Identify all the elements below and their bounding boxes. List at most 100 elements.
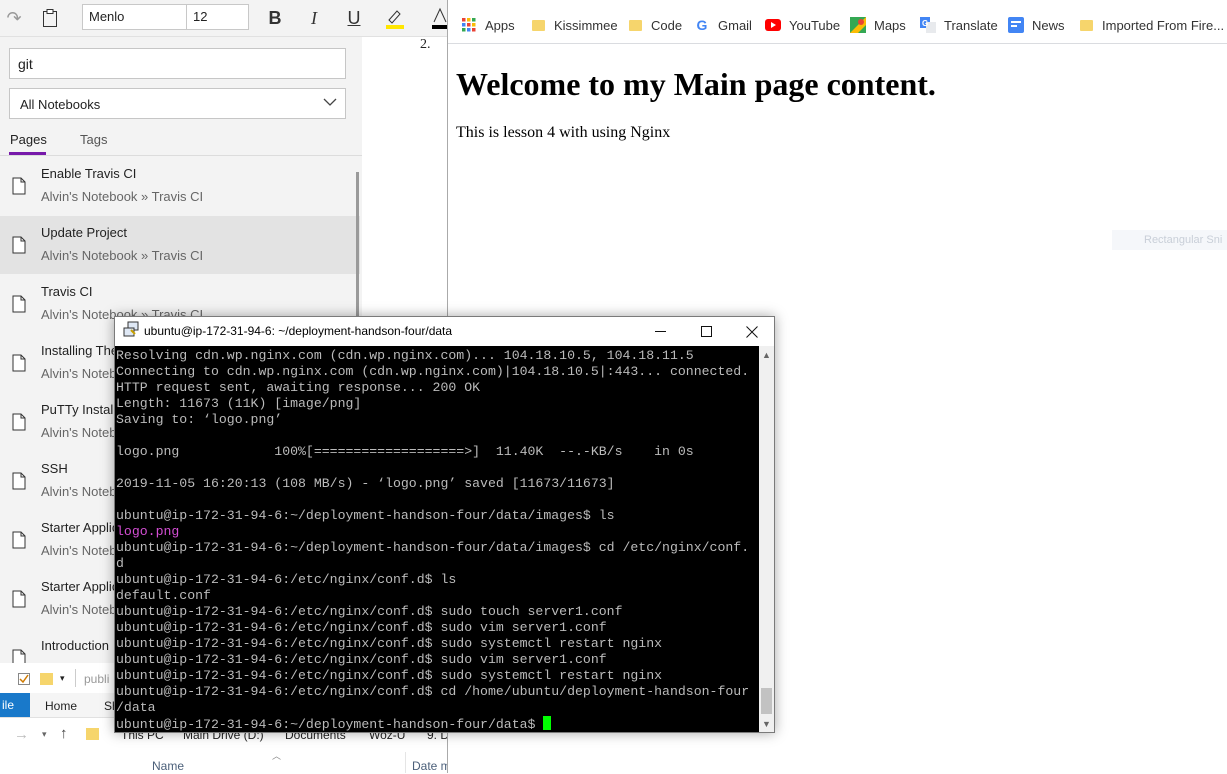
result-title: Introduction	[41, 638, 109, 653]
onenote-toolbar: ↷ Menlo 12 B I U	[0, 0, 447, 37]
redo-icon[interactable]: ↷	[2, 6, 26, 30]
bookmark-item[interactable]: G Translate	[920, 16, 998, 34]
putty-icon[interactable]	[122, 321, 140, 339]
bookmark-item[interactable]: Apps	[461, 16, 515, 34]
terminal-scrollbar[interactable]	[759, 346, 774, 732]
search-result-item[interactable]: Enable Travis CI Alvin's Notebook » Travi…	[0, 157, 360, 215]
terminal-line: ubuntu@ip-172-31-94-6:~/deployment-hands…	[116, 717, 544, 732]
folder-icon	[530, 17, 546, 33]
column-divider[interactable]	[405, 752, 406, 773]
font-color-icon[interactable]	[430, 6, 447, 30]
scroll-up-icon[interactable]: ▲	[759, 347, 774, 362]
checkbox-icon[interactable]	[18, 673, 30, 685]
terminal-line: ubuntu@ip-172-31-94-6:/etc/nginx/conf.d$…	[116, 620, 607, 635]
search-input[interactable]: git	[9, 48, 346, 79]
result-title: Enable Travis CI	[41, 166, 137, 181]
svg-text:G: G	[922, 19, 928, 28]
highlight-icon[interactable]	[383, 6, 407, 30]
page-paragraph: This is lesson 4 with using Nginx	[456, 124, 671, 141]
bookmark-item[interactable]: Kissimmee	[530, 16, 618, 34]
apps-grid-icon	[461, 17, 477, 33]
bookmark-item[interactable]: Code	[627, 16, 682, 34]
scroll-down-icon[interactable]: ▼	[759, 716, 774, 731]
tab-tags[interactable]: Tags	[80, 132, 107, 147]
bookmark-item[interactable]: Imported From Fire...	[1078, 16, 1224, 34]
result-path: Alvin's Noteb	[41, 484, 117, 499]
terminal-line: HTTP request sent, awaiting response... …	[116, 380, 481, 395]
tab-pages[interactable]: Pages	[10, 132, 47, 147]
result-title: SSH	[41, 461, 68, 476]
result-title: Installing The	[41, 343, 119, 358]
terminal-line: logo.png 100%[===================>] 11.4…	[116, 444, 694, 459]
italic-icon[interactable]: I	[302, 6, 326, 30]
page-icon	[12, 590, 26, 608]
result-title: Starter Applic	[41, 520, 119, 535]
tabs-divider	[0, 155, 362, 156]
terminal-line: Length: 11673 (11K) [image/png]	[116, 396, 362, 411]
translate-icon: G	[920, 17, 936, 33]
page-icon	[12, 236, 26, 254]
column-name[interactable]: Name	[152, 759, 184, 773]
terminal-line: ubuntu@ip-172-31-94-6:/etc/nginx/conf.d$…	[116, 572, 457, 587]
terminal-output[interactable]: Resolving cdn.wp.nginx.com (cdn.wp.nginx…	[115, 346, 759, 732]
recent-dropdown-icon[interactable]: ▾	[42, 729, 47, 740]
chevron-down-icon	[323, 95, 337, 110]
snip-tooltip: Rectangular Sni	[1112, 230, 1227, 250]
bookmark-label: Translate	[944, 17, 998, 33]
bookmark-label: Imported From Fire...	[1102, 17, 1225, 33]
terminal-line: default.conf	[116, 588, 211, 603]
result-title: PuTTy Installa	[41, 402, 124, 417]
bookmark-label: Apps	[485, 17, 515, 33]
bookmark-label: Code	[651, 17, 683, 33]
page-heading: Welcome to my Main page content.	[456, 66, 936, 102]
bookmark-label: Gmail	[718, 17, 752, 33]
ribbon-tab-file[interactable]: ile	[0, 693, 30, 717]
column-date-modified[interactable]: Date m	[412, 759, 451, 773]
page-icon	[12, 295, 26, 313]
notebook-filter-dropdown[interactable]: All Notebooks	[9, 88, 346, 119]
putty-title: ubuntu@ip-172-31-94-6: ~/deployment-hand…	[144, 324, 453, 338]
folder-icon[interactable]	[40, 673, 53, 685]
bold-icon[interactable]: B	[263, 6, 287, 30]
window-title: publi	[84, 672, 110, 686]
bookmark-item[interactable]: News	[1008, 16, 1065, 34]
result-title: Travis CI	[41, 284, 93, 299]
up-arrow-icon[interactable]: ↑	[60, 725, 68, 742]
scrollbar-thumb[interactable]	[761, 688, 772, 714]
terminal-line: ubuntu@ip-172-31-94-6:/etc/nginx/conf.d$…	[116, 684, 750, 699]
bookmark-item[interactable]: Maps	[850, 16, 906, 34]
clipboard-icon[interactable]	[38, 6, 62, 30]
maximize-button[interactable]	[683, 317, 729, 346]
result-title: Starter Applic	[41, 579, 119, 594]
terminal-line: 2019-11-05 16:20:13 (108 MB/s) - ‘logo.p…	[116, 476, 615, 491]
folder-icon	[1078, 17, 1094, 33]
font-name-field[interactable]: Menlo	[82, 4, 187, 30]
close-button[interactable]	[729, 317, 775, 346]
google-icon: G	[696, 17, 708, 33]
minimize-button[interactable]	[637, 317, 683, 346]
page-icon	[12, 354, 26, 372]
sort-chevron-icon: ︿	[272, 751, 282, 761]
folder-icon	[627, 17, 643, 33]
terminal-cursor	[543, 716, 552, 730]
result-title: Update Project	[41, 225, 127, 240]
dropdown-arrow-icon[interactable]: ▾	[60, 673, 65, 684]
bookmark-label: Kissimmee	[554, 17, 618, 33]
terminal-line: Connecting to cdn.wp.nginx.com (cdn.wp.n…	[116, 364, 750, 379]
result-path: Alvin's Noteb	[41, 543, 117, 558]
terminal-line: Saving to: ‘logo.png’	[116, 412, 283, 427]
search-result-item[interactable]: Update Project Alvin's Notebook » Travis …	[0, 216, 360, 274]
back-arrow-icon[interactable]: →	[14, 726, 29, 743]
bookmark-item[interactable]: G Gmail	[694, 16, 752, 34]
result-path: Alvin's Noteb	[41, 366, 117, 381]
underline-icon[interactable]: U	[342, 6, 366, 30]
bookmark-label: Maps	[874, 17, 906, 33]
bookmark-item[interactable]: YouTube	[765, 16, 840, 34]
ribbon-tab-home[interactable]: Home	[45, 699, 77, 713]
terminal-line: ubuntu@ip-172-31-94-6:/etc/nginx/conf.d$…	[116, 668, 663, 683]
notebook-filter-label: All Notebooks	[20, 97, 101, 112]
result-path: Alvin's Noteb	[41, 425, 117, 440]
terminal-line: ubuntu@ip-172-31-94-6:~/deployment-hands…	[116, 508, 615, 523]
font-size-field[interactable]: 12	[186, 4, 249, 30]
bookmark-label: News	[1032, 17, 1065, 33]
